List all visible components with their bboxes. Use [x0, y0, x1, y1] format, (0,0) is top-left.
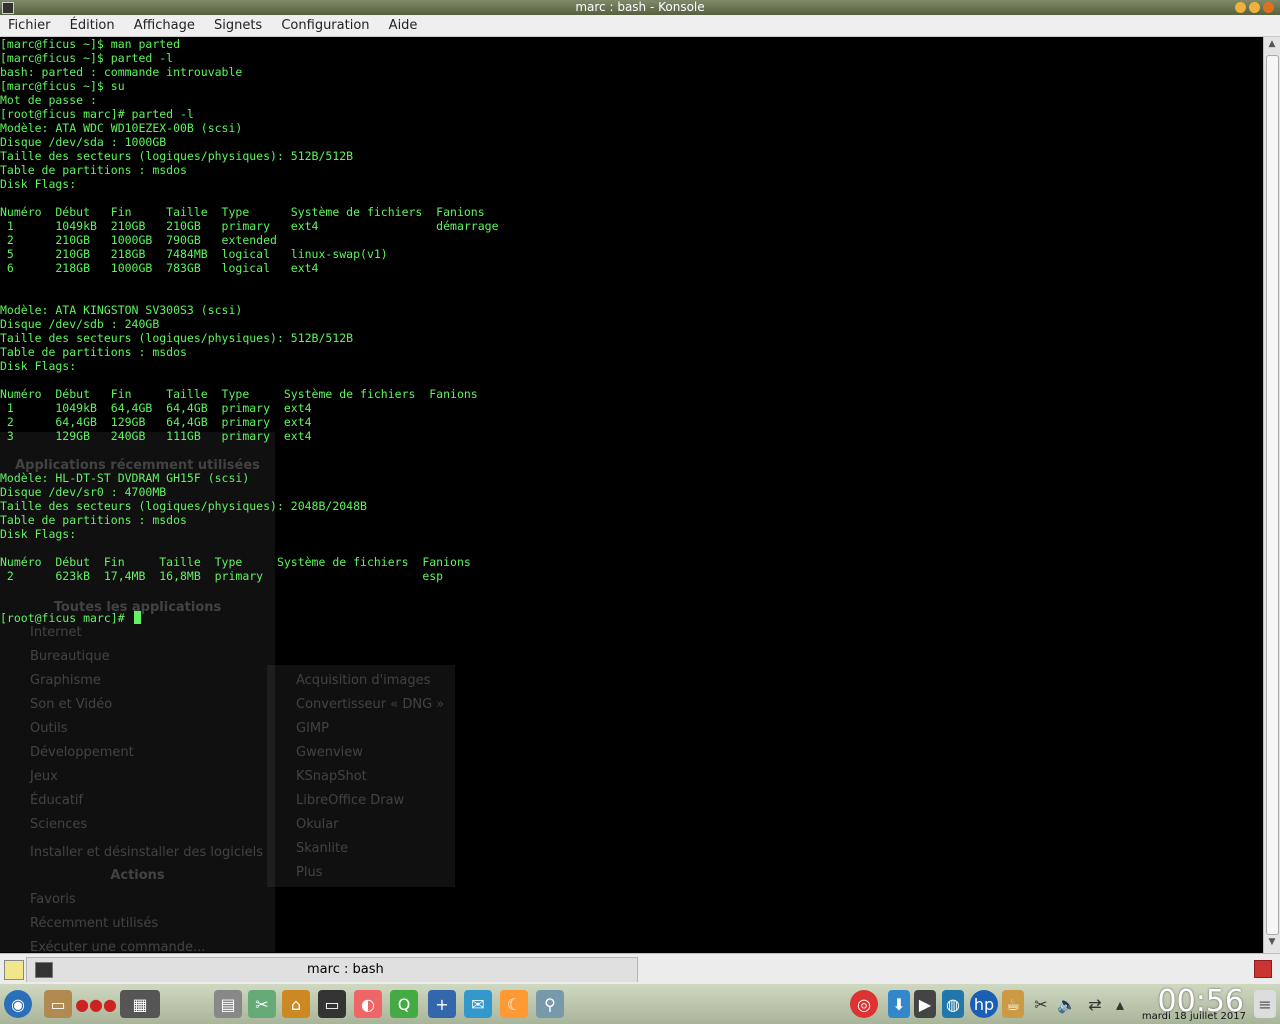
minimize-button[interactable]: [1235, 2, 1246, 13]
network-app-icon[interactable]: ⌂: [282, 990, 310, 1018]
add-book-icon[interactable]: +: [428, 990, 456, 1018]
panel-toolbox-icon[interactable]: ≡: [1254, 990, 1276, 1018]
scroll-down-arrow-icon[interactable]: ▼: [1266, 937, 1278, 951]
ghost-sub-skanlite: Skanlite: [296, 841, 349, 856]
volume-icon[interactable]: 🔈: [1056, 990, 1078, 1018]
ghost-header-recent: Applications récemment utilisées: [15, 458, 260, 473]
menu-affichage[interactable]: Affichage: [126, 15, 202, 36]
close-tab-icon[interactable]: [1254, 960, 1272, 978]
ghost-item-developpement: Développement: [30, 745, 134, 760]
scissors-icon[interactable]: ✂: [1030, 990, 1052, 1018]
menu-configuration[interactable]: Configuration: [273, 15, 376, 36]
terminal-area[interactable]: [marc@ficus ~]$ man parted [marc@ficus ~…: [0, 37, 1263, 953]
ghost-item-educatif: Éducatif: [30, 793, 84, 808]
hp-icon[interactable]: hp: [970, 990, 998, 1018]
menu-signets[interactable]: Signets: [206, 15, 269, 36]
ghost-submenu: Acquisition d'images Convertisseur « DNG…: [267, 665, 455, 887]
tab-label: marc : bash: [307, 962, 384, 977]
folder-icon[interactable]: ▭: [44, 990, 72, 1018]
tray-expand-icon[interactable]: ▴: [1112, 990, 1128, 1018]
ghost-sub-libreoffice-draw: LibreOffice Draw: [296, 793, 405, 808]
ghost-header-all: Toutes les applications: [53, 600, 222, 615]
ghost-sub-ksnapshot: KSnapShot: [296, 769, 367, 784]
activities-icon[interactable]: ●●●: [75, 990, 117, 1018]
download-icon[interactable]: ⬇: [888, 990, 910, 1018]
menubar: Fichier Édition Affichage Signets Config…: [0, 15, 1280, 37]
ghost-action-favoris: Favoris: [30, 892, 76, 907]
ghost-item-sciences: Sciences: [30, 817, 88, 832]
scroll-thumb[interactable]: [1266, 55, 1279, 935]
konsole-window-icon[interactable]: [2, 2, 14, 14]
menu-edition[interactable]: Édition: [62, 15, 122, 36]
ghost-action-executer: Exécuter une commande...: [30, 940, 206, 953]
menu-aide[interactable]: Aide: [381, 15, 425, 36]
new-tab-icon[interactable]: [4, 960, 24, 980]
pager-icon[interactable]: ▦: [120, 990, 160, 1018]
ghost-sub-plus: Plus: [296, 865, 323, 880]
ghost-sub-convertisseur: Convertisseur « DNG »: [296, 697, 445, 712]
terminal-tab-icon: [35, 962, 53, 978]
klipper-icon[interactable]: ☕: [1002, 990, 1024, 1018]
help-lifebuoy-icon[interactable]: ◎: [850, 990, 878, 1018]
ghost-sub-gwenview: Gwenview: [296, 745, 363, 760]
search-app-icon[interactable]: ⚲: [536, 990, 564, 1018]
close-button[interactable]: [1263, 2, 1274, 13]
terminal-scrollbar[interactable]: ▲ ▼: [1263, 37, 1280, 953]
ghost-item-bureautique: Bureautique: [30, 649, 110, 664]
window-title: marc : bash - Konsole: [575, 0, 705, 14]
media-play-icon[interactable]: ▶: [914, 990, 936, 1018]
ghost-item-jeux: Jeux: [30, 769, 58, 784]
scroll-up-arrow-icon[interactable]: ▲: [1266, 39, 1278, 53]
maximize-button[interactable]: [1249, 2, 1260, 13]
ghost-sub-acquisition: Acquisition d'images: [296, 673, 431, 688]
ghost-item-son-video: Son et Vidéo: [30, 697, 113, 712]
app-launcher-icon[interactable]: ◉: [4, 990, 32, 1018]
tools-icon[interactable]: ✂: [248, 990, 276, 1018]
ghost-item-internet: Internet: [30, 625, 82, 640]
network-icon[interactable]: ⇄: [1084, 990, 1106, 1018]
ghost-item-outils: Outils: [30, 721, 68, 736]
ghost-action-recents: Récemment utilisés: [30, 916, 159, 931]
konsole-tabbar: marc : bash: [0, 953, 1280, 985]
konsole-taskbar-icon[interactable]: ▭: [318, 990, 346, 1018]
ghost-header-actions: Actions: [110, 868, 165, 883]
taskbar-app-1-icon[interactable]: ▤: [214, 990, 242, 1018]
weather-icon[interactable]: ☾: [500, 990, 528, 1018]
tab-marc-bash[interactable]: marc : bash: [26, 957, 638, 982]
qt-icon[interactable]: Q: [390, 990, 418, 1018]
ghost-item-graphisme: Graphisme: [30, 673, 101, 688]
ghost-sub-okular: Okular: [296, 817, 339, 832]
window-titlebar[interactable]: marc : bash - Konsole: [0, 0, 1280, 15]
globe-icon[interactable]: ◍: [942, 990, 964, 1018]
clock-date: mardi 18 juillet 2017: [1141, 1011, 1246, 1022]
ghost-item-installer: Installer et désinstaller des logiciels: [30, 845, 263, 860]
taskbar: ◉ ▭ ●●● ▦ ▤ ✂ ⌂ ▭ ◐ Q + ✉ ☾ ⚲ ◎ ⬇ ▶ ◍ hp…: [0, 984, 1280, 1024]
calendar-icon[interactable]: ✉: [464, 990, 492, 1018]
menu-fichier[interactable]: Fichier: [0, 15, 58, 36]
ghost-application-menu: Applications récemment utilisées Toutes …: [0, 432, 275, 953]
ghost-sub-gimp: GIMP: [296, 721, 329, 736]
firefox-icon[interactable]: ◐: [354, 990, 382, 1018]
